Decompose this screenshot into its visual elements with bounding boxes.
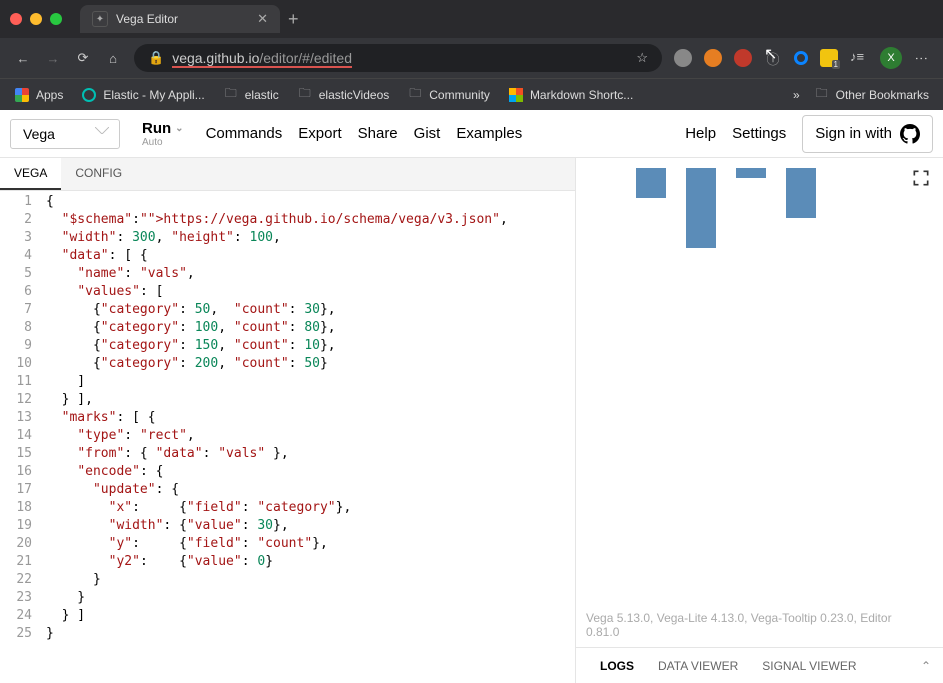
bookmark-label: elasticVideos xyxy=(319,88,390,102)
profile-avatar[interactable]: X xyxy=(880,47,902,69)
expand-panel-icon[interactable]: ⌃ xyxy=(921,659,931,673)
bookmarks-bar: Apps Elastic - My Appli... 🗀 elastic 🗀 ela… xyxy=(0,78,943,110)
bookmark-label: Markdown Shortc... xyxy=(530,88,633,102)
url-text: vega.github.io/editor/#/edited xyxy=(172,50,628,66)
tab-data-viewer[interactable]: DATA VIEWER xyxy=(646,659,750,673)
extension-blue-icon[interactable] xyxy=(794,51,808,65)
browser-chrome: ✦ Vega Editor ✕ + ← → ⟳ ⌂ 🔒 vega.github.… xyxy=(0,0,943,110)
tab-logs[interactable]: LOGS xyxy=(588,659,646,673)
close-window[interactable] xyxy=(10,13,22,25)
back-button[interactable]: ← xyxy=(14,51,32,66)
elastic-videos-folder[interactable]: 🗀 elasticVideos xyxy=(297,87,390,103)
bookmark-label: elastic xyxy=(245,88,279,102)
editor-toolbar: Vega Run ⌄ Auto Commands Export Share Gis… xyxy=(0,110,943,158)
tab-signal-viewer[interactable]: SIGNAL VIEWER xyxy=(750,659,868,673)
minimize-window[interactable] xyxy=(30,13,42,25)
language-select[interactable]: Vega xyxy=(10,119,120,149)
extension-grey-icon[interactable] xyxy=(674,49,692,67)
code-editor[interactable]: 1234567891011121314151617181920212223242… xyxy=(0,191,575,683)
forward-button[interactable]: → xyxy=(44,51,62,66)
address-bar[interactable]: 🔒 vega.github.io/editor/#/edited ☆ xyxy=(134,44,662,72)
tab-favicon: ✦ xyxy=(92,11,108,27)
browser-menu-icon[interactable]: ⋮ xyxy=(914,52,929,65)
chart-canvas xyxy=(586,168,886,268)
extension-orange-icon[interactable] xyxy=(704,49,722,67)
gist-menu[interactable]: Gist xyxy=(414,125,441,142)
community-folder[interactable]: 🗀 Community xyxy=(407,87,490,103)
folder-icon: 🗀 xyxy=(814,87,830,103)
help-menu[interactable]: Help xyxy=(685,125,716,142)
nav-bar: ← → ⟳ ⌂ 🔒 vega.github.io/editor/#/edited… xyxy=(0,38,943,78)
bookmark-label: Other Bookmarks xyxy=(836,88,929,102)
folder-icon: 🗀 xyxy=(297,87,313,103)
debug-tabs: LOGS DATA VIEWER SIGNAL VIEWER ⌃ xyxy=(576,647,943,683)
bookmark-label: Elastic - My Appli... xyxy=(103,88,204,102)
share-menu[interactable]: Share xyxy=(358,125,398,142)
signin-button[interactable]: Sign in with xyxy=(802,115,933,153)
right-pane: Vega 5.13.0, Vega-Lite 4.13.0, Vega-Tool… xyxy=(576,158,943,683)
editor-tabs: VEGA CONFIG xyxy=(0,158,575,191)
mouse-cursor: ↖ xyxy=(764,44,777,64)
extension-translate-icon[interactable] xyxy=(820,49,838,67)
visualization-area: Vega 5.13.0, Vega-Lite 4.13.0, Vega-Tool… xyxy=(576,158,943,647)
elastic-app-bookmark[interactable]: Elastic - My Appli... xyxy=(81,87,204,103)
media-control-icon[interactable]: ♪≡ xyxy=(850,49,868,67)
extension-adblock-icon[interactable] xyxy=(734,49,752,67)
version-text: Vega 5.13.0, Vega-Lite 4.13.0, Vega-Tool… xyxy=(586,611,906,639)
export-menu[interactable]: Export xyxy=(298,125,341,142)
folder-icon: 🗀 xyxy=(223,87,239,103)
reload-button[interactable]: ⟳ xyxy=(74,50,92,66)
maximize-window[interactable] xyxy=(50,13,62,25)
signin-label: Sign in with xyxy=(815,125,892,142)
window-controls[interactable] xyxy=(10,13,62,25)
examples-menu[interactable]: Examples xyxy=(456,125,522,142)
markdown-bookmark[interactable]: Markdown Shortc... xyxy=(508,87,633,103)
lock-icon: 🔒 xyxy=(148,50,164,66)
apps-bookmark[interactable]: Apps xyxy=(14,87,63,103)
home-button[interactable]: ⌂ xyxy=(104,51,122,66)
elastic-folder[interactable]: 🗀 elastic xyxy=(223,87,279,103)
run-mode-label: Auto xyxy=(142,137,184,148)
code-lines[interactable]: { "$schema":"">https://vega.github.io/sc… xyxy=(42,191,575,683)
run-label: Run xyxy=(142,120,171,137)
chevron-down-icon: ⌄ xyxy=(175,123,183,134)
tab-title: Vega Editor xyxy=(116,12,249,26)
other-bookmarks-folder[interactable]: 🗀 Other Bookmarks xyxy=(814,87,929,103)
line-gutter: 1234567891011121314151617181920212223242… xyxy=(0,191,42,683)
run-button[interactable]: Run ⌄ Auto xyxy=(136,120,190,148)
extension-icons: ⓘ ♪≡ X ⋮ xyxy=(674,47,929,69)
apps-label: Apps xyxy=(36,88,63,102)
folder-icon: 🗀 xyxy=(407,87,423,103)
left-pane: VEGA CONFIG 1234567891011121314151617181… xyxy=(0,158,576,683)
editor-area: VEGA CONFIG 1234567891011121314151617181… xyxy=(0,158,943,683)
commands-menu[interactable]: Commands xyxy=(206,125,283,142)
settings-menu[interactable]: Settings xyxy=(732,125,786,142)
bookmark-star-icon[interactable]: ☆ xyxy=(636,50,648,66)
bookmark-label: Community xyxy=(429,88,490,102)
tab-bar: ✦ Vega Editor ✕ + xyxy=(0,0,943,38)
tab-vega[interactable]: VEGA xyxy=(0,158,61,190)
close-tab-icon[interactable]: ✕ xyxy=(257,11,268,27)
new-tab-button[interactable]: + xyxy=(288,9,299,30)
tab-config[interactable]: CONFIG xyxy=(61,158,136,190)
fullscreen-icon[interactable] xyxy=(911,168,931,188)
bookmarks-overflow[interactable]: » xyxy=(793,88,800,102)
browser-tab[interactable]: ✦ Vega Editor ✕ xyxy=(80,5,280,33)
github-icon xyxy=(900,124,920,144)
